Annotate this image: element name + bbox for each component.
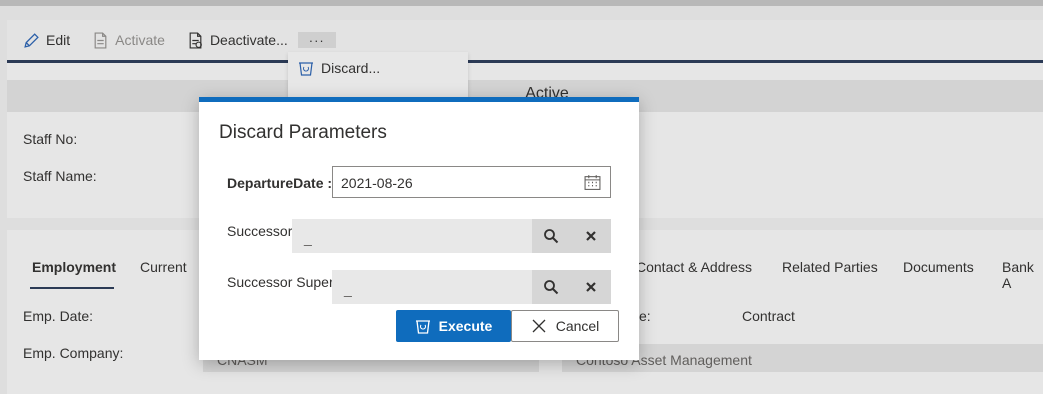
- successor-label: Successor: [227, 223, 293, 239]
- staff-name-label: Staff Name:: [23, 168, 97, 184]
- activate-button[interactable]: Activate: [92, 31, 165, 49]
- type-value: Contract: [742, 308, 795, 324]
- more-options-button[interactable]: ···: [297, 32, 336, 48]
- dialog-title: Discard Parameters: [219, 122, 387, 143]
- execute-button[interactable]: Execute: [396, 310, 511, 342]
- tab-contact-address[interactable]: Contact & Address: [636, 259, 752, 275]
- departure-date-label: DepartureDate :: [227, 175, 333, 191]
- departure-date-input[interactable]: 2021-08-26: [332, 166, 611, 198]
- execute-label: Execute: [438, 318, 493, 334]
- search-icon[interactable]: [543, 228, 559, 244]
- successor-lookup[interactable]: _: [292, 219, 611, 253]
- tab-related-parties[interactable]: Related Parties: [782, 259, 878, 275]
- edit-label: Edit: [46, 32, 71, 48]
- successor-lookup-buttons: [532, 219, 611, 253]
- cancel-label: Cancel: [555, 318, 600, 334]
- close-icon: [532, 319, 546, 333]
- more-options-menu: Discard...: [288, 52, 468, 98]
- active-tab-indicator: [30, 287, 114, 289]
- successor-super-lookup-buttons: [532, 270, 611, 304]
- activate-label: Activate: [115, 32, 165, 48]
- discard-parameters-dialog: Discard Parameters DepartureDate : 2021-…: [199, 97, 639, 360]
- successor-value: _: [304, 230, 312, 246]
- departure-date-value: 2021-08-26: [341, 175, 413, 191]
- type-label: e:: [639, 308, 651, 324]
- document-icon: [189, 31, 202, 49]
- tab-employment[interactable]: Employment: [32, 259, 116, 275]
- search-icon[interactable]: [543, 279, 559, 295]
- recycle-bin-icon: [415, 320, 430, 334]
- cancel-button[interactable]: Cancel: [511, 310, 619, 342]
- successor-super-lookup[interactable]: _: [332, 270, 611, 304]
- command-toolbar: Edit Activate Deactivate... ···: [7, 20, 1043, 60]
- emp-date-label: Emp. Date:: [23, 308, 94, 324]
- discard-label: Discard...: [321, 60, 381, 76]
- calendar-icon[interactable]: [584, 174, 601, 191]
- staff-no-label: Staff No:: [23, 131, 78, 147]
- emp-company-label: Emp. Company:: [23, 345, 124, 361]
- tab-documents[interactable]: Documents: [903, 259, 974, 275]
- tab-current[interactable]: Current: [140, 259, 187, 275]
- edit-button[interactable]: Edit: [23, 32, 70, 49]
- discard-menu-item[interactable]: Discard...: [298, 60, 380, 76]
- deactivate-button[interactable]: Deactivate...: [187, 31, 288, 49]
- document-icon: [94, 31, 107, 49]
- deactivate-label: Deactivate...: [209, 32, 288, 48]
- pencil-icon: [24, 32, 39, 48]
- successor-super-value: _: [344, 281, 352, 297]
- recycle-bin-icon: [299, 62, 313, 76]
- successor-super-label: Successor Super: [227, 274, 334, 290]
- clear-icon[interactable]: [583, 279, 599, 295]
- clear-icon[interactable]: [583, 228, 599, 244]
- tab-bank[interactable]: Bank A: [1002, 259, 1043, 291]
